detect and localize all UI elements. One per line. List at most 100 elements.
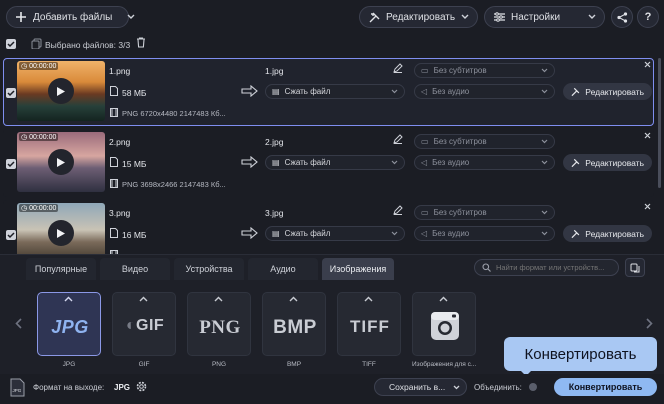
- format-label-jpg: JPG: [62, 361, 76, 368]
- remove-file-icon[interactable]: [644, 61, 651, 68]
- audio-label: Без аудио: [432, 87, 470, 96]
- chevron-down-icon: [541, 208, 548, 217]
- chevron-down-icon: [541, 229, 548, 238]
- compress-label: Сжать файл: [284, 87, 331, 96]
- subtitles-icon: ▭: [421, 137, 429, 146]
- chevron-down-icon: [541, 158, 548, 167]
- format-tile-tiff[interactable]: TIFF: [337, 292, 401, 356]
- instagram-icon: [430, 311, 460, 341]
- tab-devices[interactable]: Устройства: [174, 258, 244, 280]
- remove-file-icon[interactable]: [644, 203, 651, 210]
- duration-badge: ◷ 00:00:00: [19, 133, 59, 141]
- format-label-bmp: BMP: [286, 361, 302, 368]
- format-tile-png[interactable]: PNG: [187, 292, 251, 356]
- tab-devices-label: Устройства: [185, 264, 233, 274]
- play-button[interactable]: [48, 220, 74, 246]
- rename-pencil-icon[interactable]: [393, 63, 403, 73]
- tab-images[interactable]: Изображения: [322, 258, 394, 280]
- tools-icon: [571, 158, 580, 167]
- convert-button[interactable]: Конвертировать: [554, 378, 657, 396]
- subtitles-label: Без субтитров: [433, 66, 487, 75]
- audio-select[interactable]: ◁ Без аудио: [414, 155, 555, 170]
- audio-label: Без аудио: [432, 158, 470, 167]
- play-button[interactable]: [48, 149, 74, 175]
- format-label-gif: GIF: [138, 361, 150, 368]
- sliders-icon: [494, 12, 505, 22]
- trash-icon[interactable]: [136, 37, 146, 48]
- edit-file-button[interactable]: Редактировать: [563, 154, 652, 171]
- edit-file-button[interactable]: Редактировать: [563, 225, 652, 242]
- tab-audio[interactable]: Аудио: [248, 258, 318, 280]
- duration-text: 00:00:00: [29, 204, 57, 212]
- duration-text: 00:00:00: [29, 62, 57, 70]
- edit-file-label: Редактировать: [585, 86, 644, 97]
- clock-icon: ◷: [21, 134, 28, 141]
- format-tile-gif[interactable]: ◐GIF: [112, 292, 176, 356]
- file-checkbox[interactable]: [6, 159, 16, 169]
- rename-pencil-icon[interactable]: [393, 205, 403, 215]
- compress-select[interactable]: ▤ Сжать файл: [265, 84, 405, 99]
- save-to-button[interactable]: Сохранить в...: [374, 378, 467, 396]
- svg-text:JPG: JPG: [13, 388, 22, 393]
- remove-file-icon[interactable]: [644, 132, 651, 139]
- format-search-input[interactable]: [496, 263, 614, 272]
- clock-icon: ◷: [21, 63, 28, 70]
- tab-audio-label: Аудио: [270, 264, 296, 274]
- audio-label: Без аудио: [432, 229, 470, 238]
- file-checkbox[interactable]: [6, 230, 16, 240]
- format-search-box[interactable]: [474, 259, 619, 276]
- file-thumbnail[interactable]: ◷ 00:00:00: [17, 132, 105, 192]
- file-list-scrollbar[interactable]: [658, 58, 661, 188]
- chevron-up-icon: [214, 296, 223, 302]
- format-name-tiff: TIFF: [350, 317, 390, 336]
- format-tile-bmp[interactable]: BMP: [262, 292, 326, 356]
- subtitles-select[interactable]: ▭ Без субтитров: [414, 134, 555, 149]
- carousel-left-icon[interactable]: [15, 318, 22, 329]
- share-button[interactable]: [611, 6, 633, 28]
- audio-select[interactable]: ◁ Без аудио: [414, 226, 555, 241]
- add-files-button[interactable]: Добавить файлы: [6, 6, 135, 28]
- merge-label: Объединить:: [474, 383, 522, 392]
- chevron-up-icon: [289, 296, 298, 302]
- subtitles-icon: ▭: [421, 208, 429, 217]
- edit-file-label: Редактировать: [585, 157, 644, 168]
- tab-video[interactable]: Видео: [100, 258, 170, 280]
- duration-text: 00:00:00: [29, 133, 57, 141]
- edit-file-button[interactable]: Редактировать: [563, 83, 652, 100]
- format-options-button[interactable]: [625, 258, 645, 277]
- copy-settings-icon: [630, 263, 640, 273]
- merge-toggle[interactable]: [529, 383, 537, 391]
- rename-pencil-icon[interactable]: [393, 134, 403, 144]
- convert-tooltip-text: Конвертировать: [524, 345, 637, 363]
- output-settings-gear-icon[interactable]: [135, 380, 148, 393]
- format-tile-jpg[interactable]: JPG: [37, 292, 101, 356]
- speaker-icon: ◁: [421, 229, 428, 238]
- output-format-label: Формат на выходе:: [33, 383, 105, 392]
- format-label-png: PNG: [211, 361, 227, 368]
- carousel-right-icon[interactable]: [646, 318, 653, 329]
- tab-popular-label: Популярные: [34, 264, 88, 274]
- add-files-label: Добавить файлы: [33, 11, 113, 23]
- chevron-up-icon: [439, 296, 448, 302]
- subtitles-select[interactable]: ▭ Без субтитров: [414, 63, 555, 78]
- play-button[interactable]: [48, 78, 74, 104]
- edit-menu-button[interactable]: Редактировать: [359, 6, 478, 28]
- compress-file-icon: ▤: [272, 229, 280, 238]
- compress-select[interactable]: ▤ Сжать файл: [265, 155, 405, 170]
- chevron-down-icon: [127, 14, 135, 20]
- tab-popular[interactable]: Популярные: [26, 258, 96, 280]
- format-name-gif: ◐GIF: [113, 317, 177, 335]
- file-checkbox[interactable]: [6, 88, 16, 98]
- file-thumbnail[interactable]: ◷ 00:00:00: [17, 61, 105, 121]
- convert-tooltip: Конвертировать: [504, 337, 657, 371]
- speaker-icon: ◁: [421, 158, 428, 167]
- select-all-checkbox[interactable]: [6, 39, 16, 49]
- audio-select[interactable]: ◁ Без аудио: [414, 84, 555, 99]
- chevron-down-icon: [541, 87, 548, 96]
- duration-badge: ◷ 00:00:00: [19, 62, 59, 70]
- settings-button[interactable]: Настройки: [484, 6, 605, 28]
- compress-select[interactable]: ▤ Сжать файл: [265, 226, 405, 241]
- format-tile-social-images[interactable]: [412, 292, 476, 356]
- help-button[interactable]: ?: [637, 6, 659, 28]
- subtitles-select[interactable]: ▭ Без субтитров: [414, 205, 555, 220]
